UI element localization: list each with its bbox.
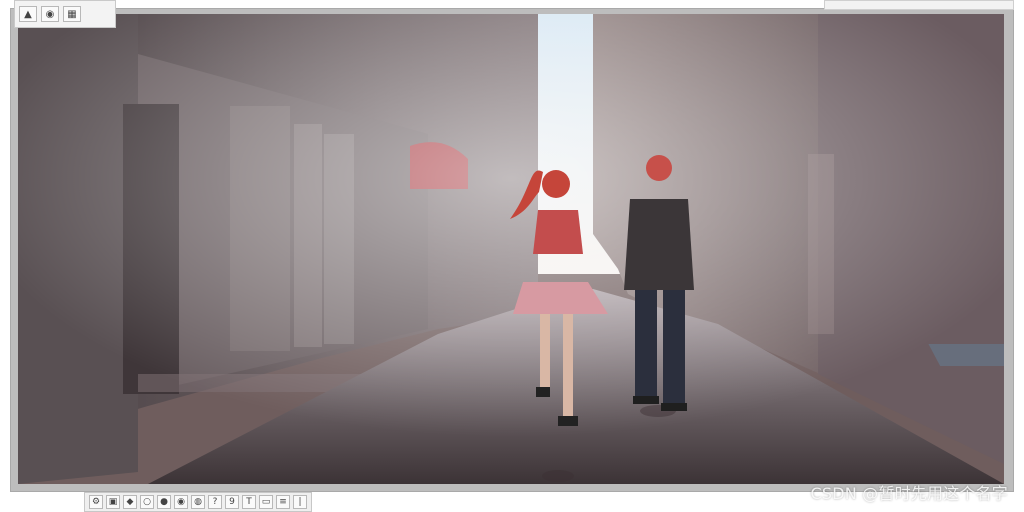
top-left-toolbar: ▲ ◉ ▦ — [14, 0, 116, 28]
man-leg-left — [635, 290, 657, 398]
watermark-text: CSDN @暂时先用这个名字 — [810, 484, 1008, 503]
text-icon[interactable]: T — [242, 495, 256, 509]
circle-icon[interactable]: ○ — [140, 495, 154, 509]
street-scene — [18, 14, 1004, 484]
divider-label: | — [293, 495, 307, 509]
man-shoe-right — [661, 403, 687, 411]
settings-icon[interactable]: ⚙ — [89, 495, 103, 509]
girl-shadow — [542, 470, 574, 482]
girl-shoe-right — [558, 416, 578, 426]
girl-shoe-left — [536, 387, 550, 397]
girl-top — [533, 210, 583, 254]
layer-icon[interactable]: ≡ — [276, 495, 290, 509]
grid-icon[interactable]: ▦ — [63, 6, 81, 22]
bottom-toolbar: ⚙ ▣ ◆ ○ ● ◉ ◍ ? 9 T ▭ ≡ | — [84, 492, 312, 512]
girl-leg-left — [540, 314, 550, 389]
atmosphere-glow — [18, 14, 1004, 484]
eye-icon[interactable]: ◉ — [174, 495, 188, 509]
cursor-icon[interactable]: ▲ — [19, 6, 37, 22]
man-shoe-left — [633, 396, 659, 404]
girl-head — [542, 170, 570, 198]
scene-viewport — [18, 14, 1004, 484]
help-label[interactable]: ? — [208, 495, 222, 509]
eye-icon[interactable]: ◉ — [41, 6, 59, 22]
girl-leg-right — [563, 314, 573, 419]
man-leg-right — [663, 290, 685, 405]
record-icon[interactable]: ● — [157, 495, 171, 509]
camera-icon[interactable]: ◍ — [191, 495, 205, 509]
man-head — [646, 155, 672, 181]
palette-icon[interactable]: ◆ — [123, 495, 137, 509]
number-label[interactable]: 9 — [225, 495, 239, 509]
top-right-toolbar — [824, 0, 1014, 10]
image-icon[interactable]: ▣ — [106, 495, 120, 509]
frame-icon[interactable]: ▭ — [259, 495, 273, 509]
man-jacket — [624, 199, 694, 290]
